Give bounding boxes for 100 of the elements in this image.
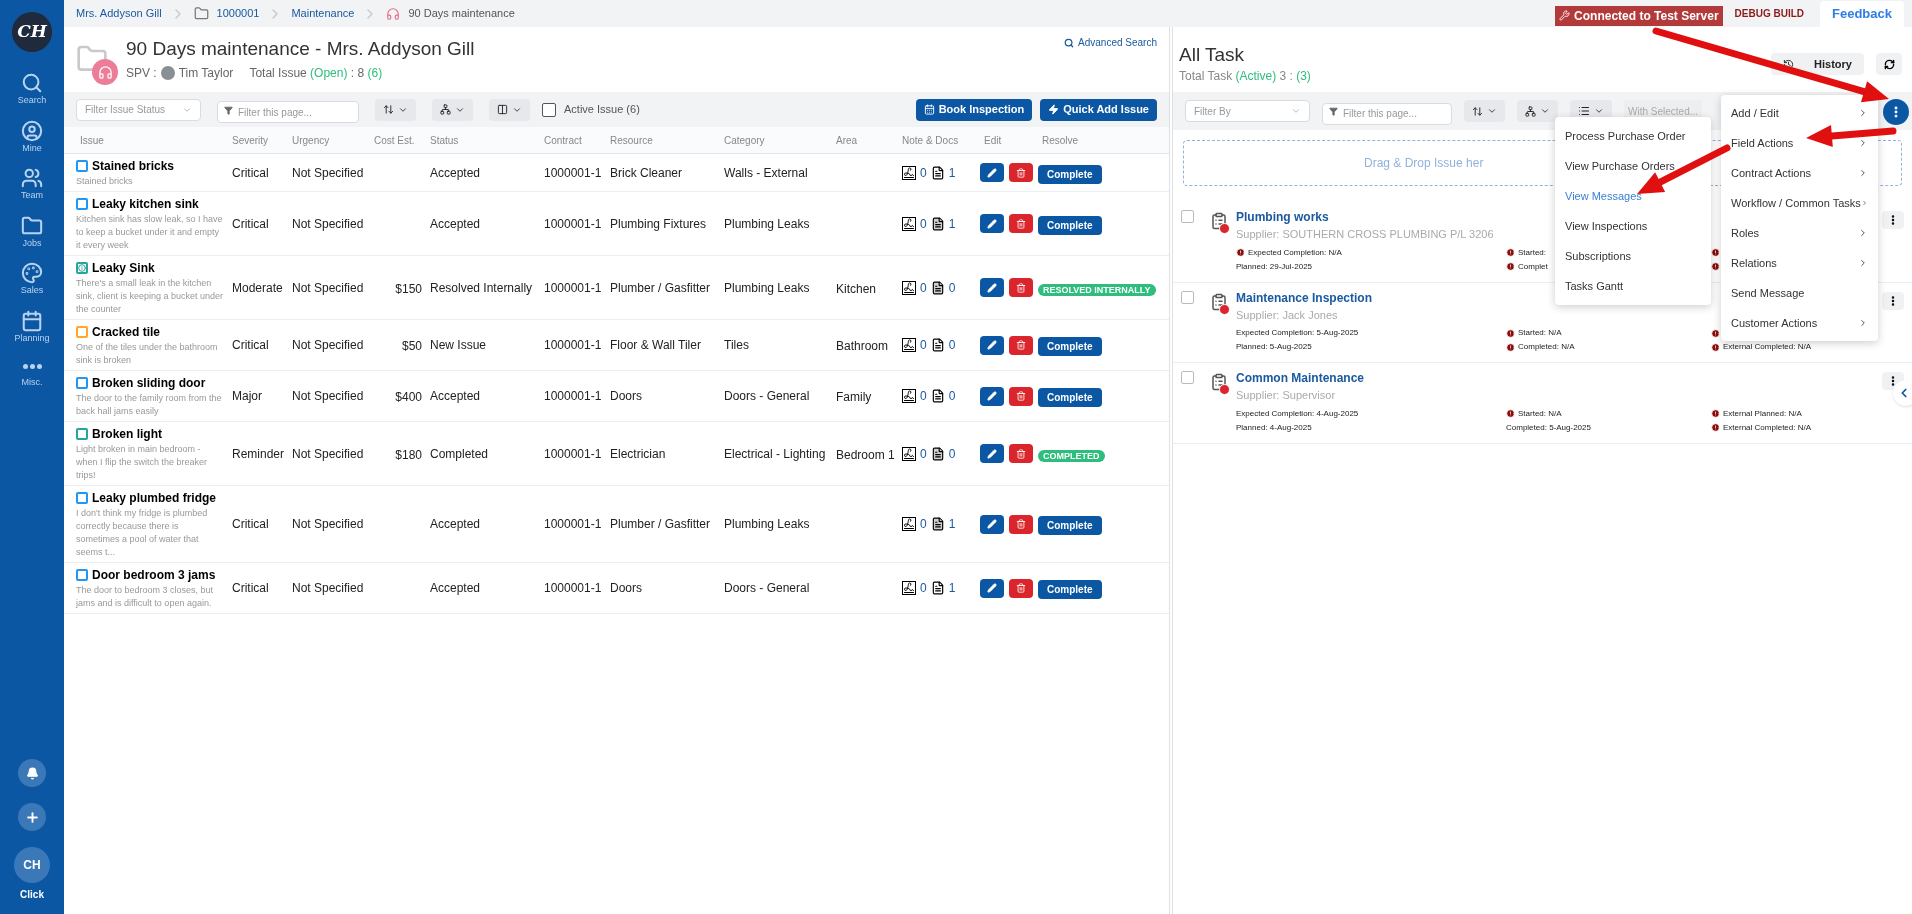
- issue-title[interactable]: Stained bricks: [92, 157, 175, 175]
- signature-icon[interactable]: [902, 338, 916, 352]
- signature-icon[interactable]: [902, 165, 916, 180]
- menu-item[interactable]: Roles: [1721, 218, 1878, 248]
- breadcrumb-link[interactable]: Maintenance: [291, 5, 355, 22]
- breadcrumb-link[interactable]: Mrs. Addyson Gill: [76, 5, 162, 22]
- signature-icon[interactable]: [902, 446, 916, 461]
- edit-button[interactable]: [980, 386, 1004, 406]
- menu-item[interactable]: Subscriptions: [1555, 241, 1711, 271]
- filter-field[interactable]: Filter this page...: [1322, 102, 1452, 125]
- delete-button[interactable]: [1009, 514, 1033, 534]
- issue-title[interactable]: Broken light: [92, 425, 162, 443]
- complete-button[interactable]: Complete: [1038, 215, 1102, 235]
- task-title[interactable]: Maintenance Inspection: [1236, 288, 1373, 307]
- document-icon[interactable]: [930, 581, 945, 595]
- sidebar-item[interactable]: Sales: [2, 262, 62, 298]
- task-checkbox[interactable]: [1181, 371, 1194, 384]
- edit-button[interactable]: [980, 578, 1004, 598]
- complete-button[interactable]: Complete: [1038, 388, 1102, 407]
- sort-dropdown[interactable]: [375, 98, 416, 121]
- task-checkbox[interactable]: [1181, 210, 1194, 223]
- delete-button[interactable]: [1009, 335, 1033, 355]
- hierarchy-icon: [1525, 105, 1536, 117]
- issue-title[interactable]: Leaky plumbed fridge: [92, 489, 217, 507]
- document-icon[interactable]: [930, 338, 945, 352]
- menu-item[interactable]: Add / Edit: [1721, 98, 1878, 128]
- signature-icon[interactable]: [902, 389, 916, 403]
- delete-button[interactable]: [1009, 214, 1033, 233]
- table-cell-text: Not Specified: [291, 215, 365, 233]
- headset-icon: [386, 6, 401, 21]
- signature-icon[interactable]: [902, 517, 916, 531]
- filter-field[interactable]: Filter this page...: [217, 101, 359, 123]
- table-cell-text: Not Specified: [291, 580, 365, 597]
- delete-button[interactable]: [1009, 578, 1033, 598]
- issue-title[interactable]: Door bedroom 3 jams: [92, 566, 216, 584]
- menu-item[interactable]: Relations: [1721, 248, 1878, 278]
- complete-button[interactable]: Complete: [1038, 164, 1102, 184]
- complete-button[interactable]: Complete: [1038, 516, 1102, 535]
- group-dropdown[interactable]: [1517, 100, 1558, 122]
- complete-button[interactable]: Complete: [1038, 580, 1102, 599]
- signature-icon[interactable]: [902, 280, 916, 295]
- task-menu-button[interactable]: [1882, 211, 1904, 229]
- issue-title[interactable]: Leaky Sink: [92, 259, 155, 277]
- issue-title[interactable]: Leaky kitchen sink: [92, 195, 199, 213]
- edit-button[interactable]: [980, 514, 1004, 534]
- menu-item[interactable]: Contract Actions: [1721, 158, 1878, 188]
- sidebar-item[interactable]: Mine: [2, 119, 62, 155]
- notifications-button[interactable]: [18, 759, 46, 787]
- add-button[interactable]: [18, 803, 46, 831]
- signature-icon[interactable]: [902, 581, 916, 595]
- edit-button[interactable]: [980, 444, 1004, 463]
- app-logo[interactable]: CH: [12, 12, 52, 52]
- issue-title[interactable]: Broken sliding door: [92, 374, 206, 392]
- trash-icon: [1016, 167, 1026, 178]
- edit-button[interactable]: [980, 214, 1004, 233]
- menu-item[interactable]: Customer Actions: [1721, 308, 1878, 338]
- calendar-icon: [923, 104, 935, 115]
- menu-item[interactable]: Workflow / Common Tasks: [1721, 188, 1878, 218]
- delete-button[interactable]: [1009, 163, 1033, 182]
- sidebar-item[interactable]: Jobs: [2, 214, 62, 250]
- sidebar-item[interactable]: Search: [2, 72, 62, 108]
- menu-item[interactable]: View Inspections: [1555, 211, 1711, 241]
- complete-button[interactable]: Complete: [1038, 337, 1102, 356]
- task-checkbox[interactable]: [1181, 290, 1194, 304]
- sidebar-item[interactable]: Misc.: [2, 357, 62, 390]
- edit-button[interactable]: [980, 335, 1004, 355]
- delete-button[interactable]: [1009, 386, 1033, 406]
- edit-button[interactable]: [980, 278, 1004, 297]
- delete-button[interactable]: [1009, 444, 1033, 463]
- feedback-button[interactable]: Feedback: [1820, 0, 1904, 27]
- signature-icon[interactable]: [902, 216, 916, 231]
- sidebar-item[interactable]: Team: [2, 167, 62, 203]
- sort-dropdown[interactable]: [1464, 100, 1505, 122]
- checkbox[interactable]: [542, 102, 556, 117]
- document-icon[interactable]: [930, 165, 945, 180]
- user-avatar[interactable]: CH: [14, 847, 50, 883]
- columns-dropdown[interactable]: [489, 98, 530, 121]
- document-icon[interactable]: [930, 517, 945, 531]
- document-icon[interactable]: [930, 280, 945, 295]
- issue-title[interactable]: Cracked tile: [92, 323, 161, 341]
- book-inspection-button[interactable]: Book Inspection: [915, 98, 1033, 121]
- menu-item[interactable]: Send Message: [1721, 278, 1878, 308]
- document-icon[interactable]: [930, 446, 945, 461]
- advanced-search-link[interactable]: Advanced Search: [1064, 35, 1157, 50]
- refresh-button[interactable]: [1876, 53, 1902, 75]
- task-title[interactable]: Plumbing works: [1236, 208, 1329, 226]
- menu-item[interactable]: View Purchase Orders: [1555, 151, 1711, 181]
- menu-item[interactable]: Tasks Gantt: [1555, 271, 1711, 301]
- delete-button[interactable]: [1009, 278, 1033, 297]
- edit-button[interactable]: [980, 163, 1004, 182]
- breadcrumb-link[interactable]: 90 Days maintenance: [408, 5, 515, 22]
- breadcrumb-link[interactable]: 1000001: [216, 5, 260, 22]
- sidebar-item[interactable]: Planning: [2, 309, 62, 345]
- quick-add-button[interactable]: Quick Add Issue: [1040, 98, 1157, 121]
- task-menu-button[interactable]: [1882, 291, 1904, 310]
- task-title[interactable]: Common Maintenance: [1236, 369, 1364, 387]
- group-dropdown[interactable]: [432, 98, 473, 121]
- table-cell-text: 1000001-1: [543, 337, 603, 354]
- document-icon[interactable]: [930, 389, 945, 403]
- document-icon[interactable]: [930, 216, 945, 231]
